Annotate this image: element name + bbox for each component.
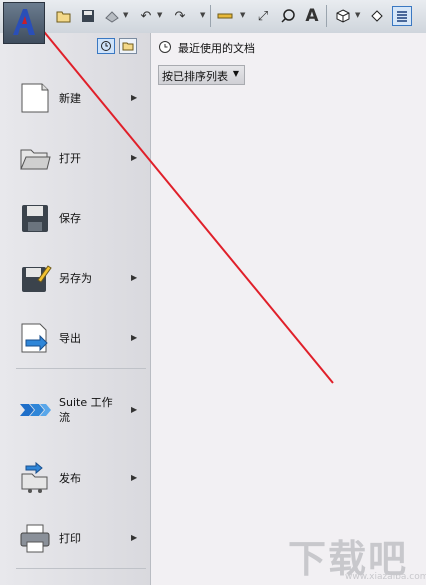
tag-icon[interactable]	[278, 6, 298, 26]
open-folder-icon	[20, 149, 51, 170]
sort-order-dropdown[interactable]: 按已排序列表 ▼	[158, 65, 245, 85]
menu-item-open[interactable]: 打开 ▶	[0, 130, 148, 184]
cloud-icon[interactable]	[102, 6, 122, 26]
suite-workflow-icon	[20, 404, 51, 416]
recent-documents-title: 最近使用的文档	[178, 42, 255, 55]
cloud-dropdown-icon[interactable]: ▼	[123, 11, 128, 19]
menu-item-label-line2: 流	[59, 411, 70, 424]
section-icon[interactable]	[367, 6, 387, 26]
clock-icon	[159, 41, 171, 53]
menu-item-new[interactable]: 新建 ▶	[0, 70, 148, 124]
menu-item-label: 发布	[59, 472, 81, 485]
menu-item-label: 另存为	[59, 272, 92, 285]
open-documents-view-icon[interactable]	[119, 38, 137, 54]
submenu-arrow-icon: ▶	[131, 405, 138, 414]
undo-icon[interactable]: ↶	[136, 6, 156, 26]
menu-item-label-line1: Suite 工作	[59, 396, 113, 409]
publish-icon	[21, 461, 48, 493]
toolbar-divider	[210, 5, 211, 27]
menu-item-label: 导出	[59, 332, 81, 345]
view-3d-dropdown-icon[interactable]: ▼	[355, 11, 360, 19]
recent-documents-view-icon[interactable]	[97, 38, 115, 54]
redo-icon[interactable]: ↷	[170, 6, 190, 26]
menu-divider	[16, 368, 146, 369]
menu-item-save[interactable]: 保存	[0, 190, 148, 244]
save-disk-icon	[22, 205, 48, 232]
new-document-icon	[21, 83, 49, 113]
undo-dropdown-icon[interactable]: ▼	[157, 11, 162, 19]
thin-lines-icon[interactable]	[392, 6, 412, 26]
watermark-url: www.xiazaiba.com	[345, 572, 426, 582]
measure-icon[interactable]	[215, 6, 235, 26]
save-icon[interactable]	[78, 6, 98, 26]
open-icon[interactable]	[54, 6, 74, 26]
view-3d-icon[interactable]	[333, 6, 353, 26]
menu-item-label: 保存	[59, 212, 81, 225]
menu-item-publish[interactable]: 发布 ▶	[0, 450, 148, 504]
menu-divider	[16, 568, 146, 569]
app-logo-icon	[13, 9, 35, 35]
menu-item-print[interactable]: 打印 ▶	[0, 510, 148, 564]
menu-item-save-as[interactable]: 另存为 ▶	[0, 250, 148, 304]
application-menu-button[interactable]	[3, 2, 45, 44]
submenu-arrow-icon: ▶	[131, 473, 138, 482]
menu-item-suite-workflows[interactable]: Suite 工作 流 ▶	[0, 382, 148, 436]
sort-order-label: 按已排序列表	[162, 70, 228, 83]
quick-access-toolbar: ▼ ↶ ▼ ↷ ▼ ▼ ⤢ A ▼	[0, 0, 426, 34]
toolbar-divider	[326, 5, 327, 27]
printer-icon	[20, 524, 50, 553]
save-as-icon	[22, 265, 52, 292]
submenu-arrow-icon: ▶	[131, 333, 138, 342]
recent-documents-panel	[151, 33, 426, 585]
redo-dropdown-icon[interactable]: ▼	[200, 11, 205, 19]
submenu-arrow-icon: ▶	[131, 533, 138, 542]
submenu-arrow-icon: ▶	[131, 153, 138, 162]
menu-item-label: 打印	[59, 532, 81, 545]
menu-item-label: 打开	[59, 152, 81, 165]
submenu-arrow-icon: ▶	[131, 273, 138, 282]
export-icon	[21, 323, 48, 353]
menu-item-export[interactable]: 导出 ▶	[0, 310, 148, 364]
menu-item-label: 新建	[59, 92, 81, 105]
dimension-icon[interactable]: ⤢	[253, 6, 273, 26]
measure-dropdown-icon[interactable]: ▼	[240, 11, 245, 19]
chevron-down-icon: ▼	[232, 69, 239, 78]
submenu-arrow-icon: ▶	[131, 93, 138, 102]
text-icon[interactable]: A	[302, 6, 322, 26]
